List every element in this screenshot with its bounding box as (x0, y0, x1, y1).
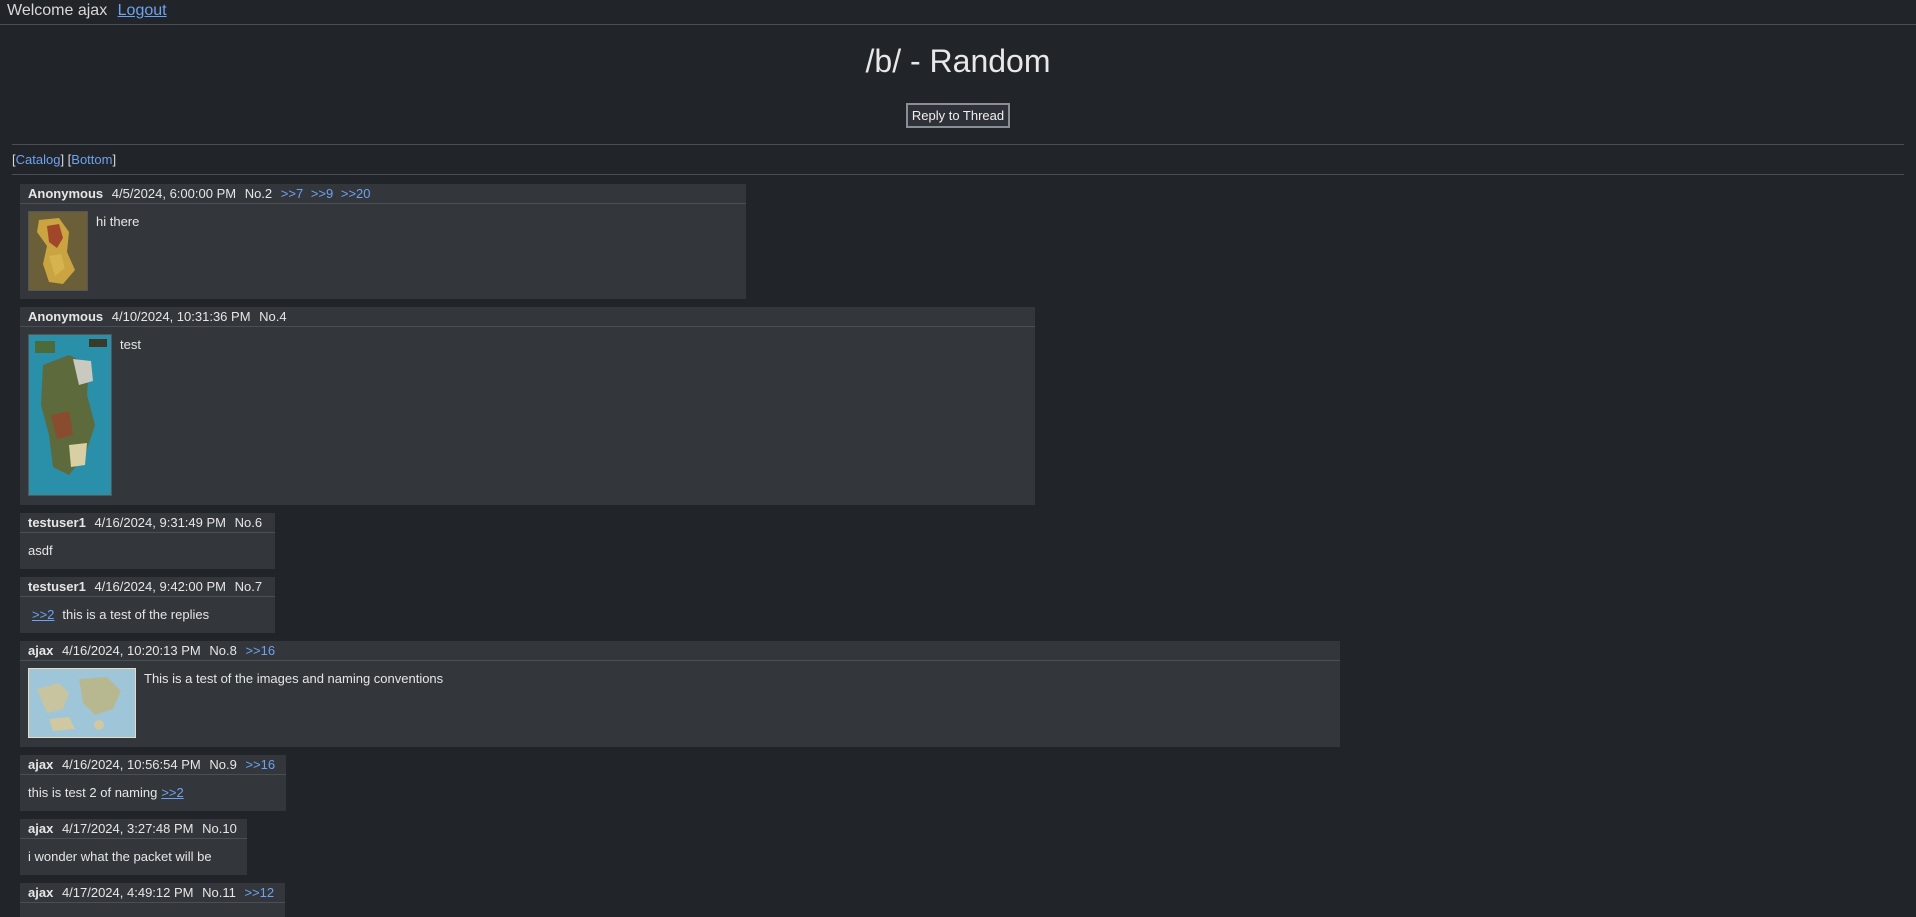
post-date: 4/10/2024, 10:31:36 PM (111, 309, 251, 324)
post-body: i wonder what the packet will be (20, 839, 247, 871)
post-number[interactable]: No.4 (259, 309, 286, 324)
post: ajax 4/17/2024, 4:49:12 PM No.11 >>12 (20, 883, 285, 917)
post-date: 4/17/2024, 3:27:48 PM (61, 821, 194, 836)
post-body: hi there (20, 204, 746, 298)
post-date: 4/16/2024, 9:31:49 PM (94, 515, 226, 530)
catalog-link[interactable]: Catalog (16, 152, 61, 167)
backlink[interactable]: >>7 (281, 186, 303, 201)
post-text: asdf (28, 543, 53, 558)
post-header: ajax 4/17/2024, 4:49:12 PM No.11 >>12 (20, 883, 285, 903)
post-text-wrap: this is test 2 of naming >>2 (28, 785, 192, 800)
quote-link[interactable]: >>2 (32, 607, 54, 622)
post: ajax 4/16/2024, 10:20:13 PM No.8 >>16 Th… (20, 641, 1340, 747)
post-text: This is a test of the images and naming … (144, 671, 444, 686)
post-date: 4/5/2024, 6:00:00 PM (111, 186, 237, 201)
post-thumbnail-image[interactable] (28, 668, 136, 738)
post: Anonymous 4/5/2024, 6:00:00 PM No.2 >>7 … (20, 184, 746, 299)
post-number[interactable]: No.6 (235, 515, 262, 530)
post-number[interactable]: No.11 (202, 885, 236, 900)
poster-name: ajax (28, 885, 54, 900)
poster-name: Anonymous (28, 309, 104, 324)
post-text: this is test 2 of naming (28, 785, 158, 800)
post-header: ajax 4/16/2024, 10:20:13 PM No.8 >>16 (20, 641, 1340, 661)
backlink[interactable]: >>20 (341, 186, 371, 201)
poster-name: ajax (28, 821, 54, 836)
post-date: 4/16/2024, 10:56:54 PM (61, 757, 201, 772)
welcome-text: Welcome ajax (7, 2, 108, 19)
post-text: this is a test of the replies (62, 607, 210, 622)
post-header: testuser1 4/16/2024, 9:31:49 PM No.6 (20, 513, 275, 533)
post-date: 4/16/2024, 9:42:00 PM (94, 579, 226, 594)
post-number[interactable]: No.8 (209, 643, 236, 658)
post-body: this is test 2 of naming >>2 (20, 775, 286, 807)
post-number[interactable]: No.9 (209, 757, 236, 772)
backlink[interactable]: >>16 (245, 757, 275, 772)
quote-link[interactable]: >>2 (161, 785, 183, 800)
post-body: test (20, 327, 1035, 503)
thread-nav: [Catalog] [Bottom] (12, 152, 117, 167)
poster-name: ajax (28, 757, 54, 772)
post-body: asdf (20, 533, 275, 565)
post-header: Anonymous 4/10/2024, 10:31:36 PM No.4 (20, 307, 1035, 327)
post-thumbnail-image[interactable] (28, 211, 88, 291)
post-text: i wonder what the packet will be (28, 849, 212, 864)
poster-name: Anonymous (28, 186, 104, 201)
post-header: ajax 4/17/2024, 3:27:48 PM No.10 (20, 819, 247, 839)
post-text-wrap: >>2 this is a test of the replies (28, 607, 209, 622)
post-number[interactable]: No.2 (245, 186, 272, 201)
poster-name: ajax (28, 643, 54, 658)
post: testuser1 4/16/2024, 9:42:00 PM No.7 >>2… (20, 577, 275, 633)
post: ajax 4/16/2024, 10:56:54 PM No.9 >>16 th… (20, 755, 286, 811)
post-number[interactable]: No.7 (235, 579, 262, 594)
post-body: >>2 this is a test of the replies (20, 597, 275, 629)
thread-posts: Anonymous 4/5/2024, 6:00:00 PM No.2 >>7 … (0, 175, 1916, 917)
backlink[interactable]: >>16 (245, 643, 275, 658)
backlink[interactable]: >>12 (244, 885, 274, 900)
post: ajax 4/17/2024, 3:27:48 PM No.10 i wonde… (20, 819, 247, 875)
post-header: testuser1 4/16/2024, 9:42:00 PM No.7 (20, 577, 275, 597)
post-thumbnail-image[interactable] (28, 334, 112, 496)
post-body: This is a test of the images and naming … (20, 661, 1340, 745)
post-header: ajax 4/16/2024, 10:56:54 PM No.9 >>16 (20, 755, 286, 775)
backlink[interactable]: >>9 (311, 186, 333, 201)
post-number[interactable]: No.10 (202, 821, 237, 836)
post-text: hi there (96, 214, 140, 229)
post: Anonymous 4/10/2024, 10:31:36 PM No.4 te… (20, 307, 1035, 505)
top-bar: Welcome ajax Logout (0, 0, 1916, 25)
board-title: /b/ - Random (865, 43, 1051, 79)
post-date: 4/16/2024, 10:20:13 PM (61, 643, 201, 658)
post-text: test (120, 337, 141, 352)
bottom-link[interactable]: Bottom (71, 152, 112, 167)
logout-link[interactable]: Logout (118, 2, 167, 19)
post-header: Anonymous 4/5/2024, 6:00:00 PM No.2 >>7 … (20, 184, 746, 204)
reply-to-thread-button[interactable]: Reply to Thread (905, 103, 1011, 128)
post-date: 4/17/2024, 4:49:12 PM (61, 885, 194, 900)
poster-name: testuser1 (28, 515, 86, 530)
poster-name: testuser1 (28, 579, 86, 594)
post: testuser1 4/16/2024, 9:31:49 PM No.6 asd… (20, 513, 275, 569)
